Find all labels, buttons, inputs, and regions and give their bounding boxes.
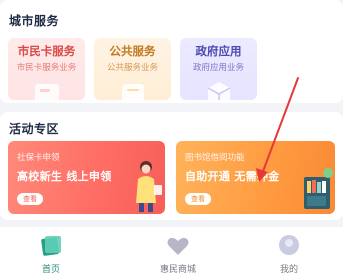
banner-small-text: 图书馆借阅功能 [185,153,245,163]
bottom-tab-bar: 首页 惠民商城 我的 [0,227,343,275]
bookshelf-illustration [304,168,333,209]
tab-mine[interactable]: 我的 [249,227,329,275]
banner-small-text: 社保卡申领 [17,153,60,163]
activity-section: 活动专区 社保卡申领 高校新生 线上申领 查看 图书馆借阅功能 自助开通 无需押… [0,112,343,220]
view-button[interactable]: 查看 [185,193,211,205]
library-borrowing-banner[interactable]: 图书馆借阅功能 自助开通 无需押金 查看 [176,141,335,214]
document-icon [121,84,144,100]
government-apps-title: 政府应用 [195,44,242,58]
social-security-card-banner[interactable]: 社保卡申领 高校新生 线上申领 查看 [8,141,165,214]
banner-headline: 高校新生 线上申领 [17,170,112,183]
profile-tab-icon [279,235,299,255]
tab-mine-label: 我的 [279,265,298,275]
government-apps-card[interactable]: 政府应用 政府应用业务 [180,38,257,100]
view-button[interactable]: 查看 [17,193,43,205]
person-illustration [136,161,162,212]
tab-benefit-mall[interactable]: 惠民商城 [138,227,218,275]
citizen-card-service-title: 市民卡服务 [17,44,76,58]
city-services-section: 城市服务 市民卡服务 市民卡服务业务 公共服务 公共服务业务 政府应用 政府应用… [0,0,343,103]
citizen-card-service-card[interactable]: 市民卡服务 市民卡服务业务 [8,38,85,100]
cube-icon [207,82,230,100]
public-service-subtitle: 公共服务业务 [106,63,158,73]
public-service-card[interactable]: 公共服务 公共服务业务 [94,38,171,100]
citizen-card-service-subtitle: 市民卡服务业务 [16,63,77,73]
tab-home[interactable]: 首页 [11,227,91,275]
tab-benefit-mall-label: 惠民商城 [159,265,196,275]
city-services-title: 城市服务 [9,14,60,28]
banner-headline: 自助开通 无需押金 [185,170,280,183]
heart-tab-icon [167,237,189,255]
card-icon [34,84,59,100]
government-apps-subtitle: 政府应用业务 [192,63,244,73]
tab-home-label: 首页 [41,265,60,275]
activity-title: 活动专区 [9,122,60,136]
home-tab-icon [41,236,61,256]
public-service-title: 公共服务 [109,44,156,58]
